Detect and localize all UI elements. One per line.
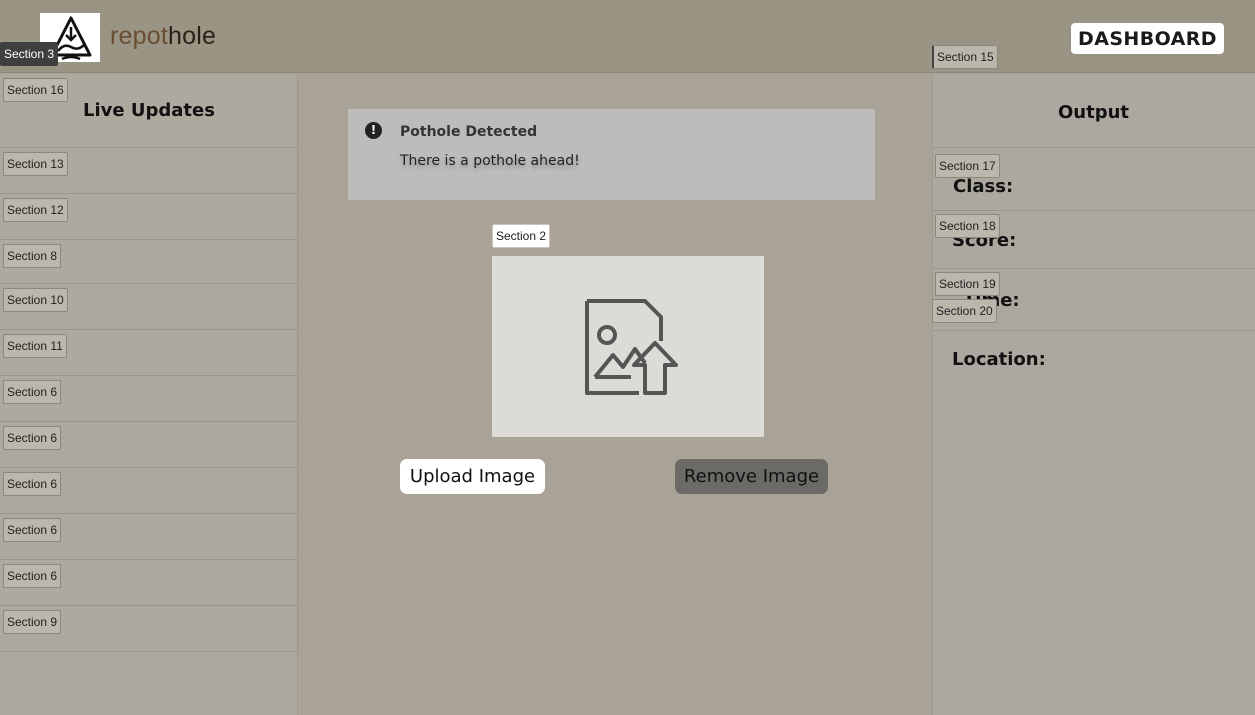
image-upload-area[interactable] — [492, 256, 764, 437]
section-6-tag: Section 6 — [3, 380, 62, 404]
pothole-alert: ! Pothole Detected There is a pothole ah… — [348, 109, 875, 200]
section-20-tag: Section 20 — [932, 299, 997, 323]
output-title: Output — [1057, 102, 1130, 123]
alert-circle-icon: ! — [365, 122, 382, 139]
dashboard-button[interactable]: DASHBOARD — [1071, 23, 1224, 54]
brand-part-1: repot — [110, 22, 168, 50]
top-header: repothole DASHBOARD — [0, 0, 1255, 73]
section-2-tag: Section 2 — [492, 224, 551, 248]
section-6-tag: Section 6 — [3, 472, 62, 496]
alert-message: There is a pothole ahead! — [400, 153, 580, 169]
location-label: Location: — [952, 349, 1046, 370]
section-9-tag: Section 9 — [3, 610, 62, 634]
section-15-tag: Section 15 — [932, 45, 998, 69]
remove-image-button[interactable]: Remove Image — [675, 459, 828, 494]
brand-name: repothole — [110, 22, 216, 51]
section-3-tag: Section 3 — [0, 42, 59, 66]
section-17-tag: Section 17 — [935, 154, 1000, 178]
section-16-tag: Section 16 — [3, 78, 68, 102]
section-19-tag: Section 19 — [935, 272, 1000, 296]
class-label: Class: — [953, 176, 1014, 197]
section-13-tag: Section 13 — [3, 152, 68, 176]
alert-title: Pothole Detected — [400, 124, 538, 140]
section-6-tag: Section 6 — [3, 564, 62, 588]
section-18-tag: Section 18 — [935, 214, 1000, 238]
section-11-tag: Section 11 — [3, 334, 67, 358]
upload-image-button[interactable]: Upload Image — [400, 459, 545, 494]
brand-part-2: hole — [167, 22, 217, 50]
section-6-tag: Section 6 — [3, 426, 62, 450]
section-6-tag: Section 6 — [3, 518, 62, 542]
image-upload-icon — [585, 299, 678, 395]
section-12-tag: Section 12 — [3, 198, 68, 222]
section-10-tag: Section 10 — [3, 288, 68, 312]
live-updates-title: Live Updates — [83, 100, 215, 121]
section-8-tag: Section 8 — [3, 244, 62, 268]
